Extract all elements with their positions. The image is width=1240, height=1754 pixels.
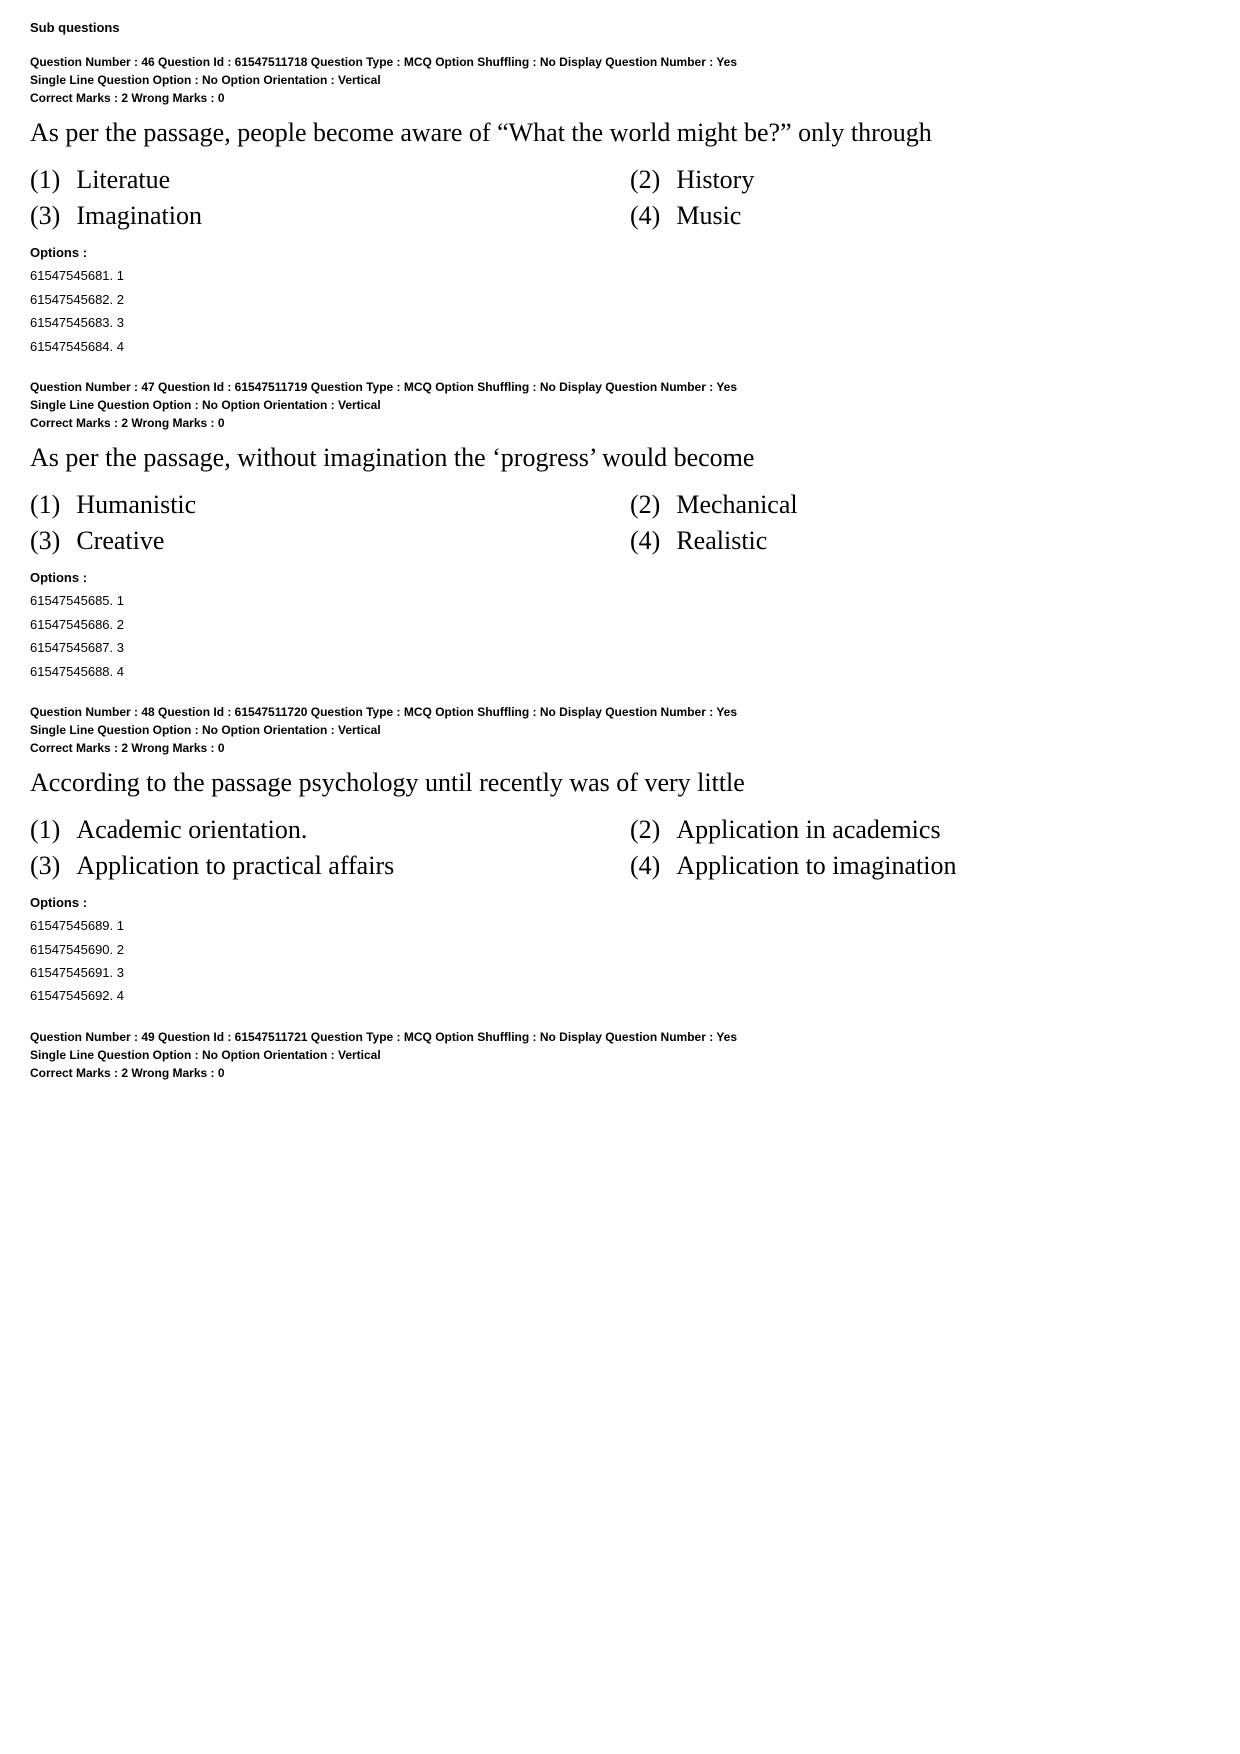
question-meta-1: Question Number : 46 Question Id : 61547… bbox=[30, 53, 1210, 89]
option-text: Imagination bbox=[76, 201, 202, 231]
option-id: 61547545682. 2 bbox=[30, 288, 1210, 311]
option-text: Creative bbox=[76, 526, 164, 556]
option-item-1-4: (4) Music bbox=[630, 201, 1210, 231]
question-marks-3: Correct Marks : 2 Wrong Marks : 0 bbox=[30, 741, 1210, 755]
option-item-2-2: (2) Mechanical bbox=[630, 490, 1210, 520]
options-label-3: Options : bbox=[30, 895, 1210, 910]
question-meta-4: Question Number : 49 Question Id : 61547… bbox=[30, 1028, 1210, 1064]
option-item-3-2: (2) Application in academics bbox=[630, 815, 1210, 845]
option-id: 61547545684. 4 bbox=[30, 335, 1210, 358]
option-item-2-1: (1) Humanistic bbox=[30, 490, 610, 520]
question-text-2: As per the passage, without imagination … bbox=[30, 440, 1210, 476]
option-text: Realistic bbox=[676, 526, 767, 556]
option-item-3-4: (4) Application to imagination bbox=[630, 851, 1210, 881]
option-text: Humanistic bbox=[76, 490, 196, 520]
option-item-1-2: (2) History bbox=[630, 165, 1210, 195]
option-num: (3) bbox=[30, 526, 60, 556]
options-label-2: Options : bbox=[30, 570, 1210, 585]
option-num: (1) bbox=[30, 165, 60, 195]
option-id: 61547545690. 2 bbox=[30, 938, 1210, 961]
question-meta-3: Question Number : 48 Question Id : 61547… bbox=[30, 703, 1210, 739]
option-num: (1) bbox=[30, 815, 60, 845]
question-meta-2: Question Number : 47 Question Id : 61547… bbox=[30, 378, 1210, 414]
option-text: Application to imagination bbox=[676, 851, 956, 881]
option-id: 61547545688. 4 bbox=[30, 660, 1210, 683]
option-num: (1) bbox=[30, 490, 60, 520]
option-item-3-3: (3) Application to practical affairs bbox=[30, 851, 610, 881]
question-text-1: As per the passage, people become aware … bbox=[30, 115, 1210, 151]
question-marks-2: Correct Marks : 2 Wrong Marks : 0 bbox=[30, 416, 1210, 430]
question-marks-4: Correct Marks : 2 Wrong Marks : 0 bbox=[30, 1066, 1210, 1080]
option-text: Application to practical affairs bbox=[76, 851, 394, 881]
option-text: Mechanical bbox=[676, 490, 797, 520]
option-id: 61547545689. 1 bbox=[30, 914, 1210, 937]
option-num: (4) bbox=[630, 526, 660, 556]
options-ids-2: 61547545685. 161547545686. 261547545687.… bbox=[30, 589, 1210, 683]
option-text: Literatue bbox=[76, 165, 170, 195]
options-grid-3: (1) Academic orientation. (2) Application i… bbox=[30, 815, 1210, 881]
option-item-3-1: (1) Academic orientation. bbox=[30, 815, 610, 845]
option-num: (3) bbox=[30, 851, 60, 881]
options-ids-1: 61547545681. 161547545682. 261547545683.… bbox=[30, 264, 1210, 358]
option-text: History bbox=[676, 165, 754, 195]
question-block-1: Question Number : 46 Question Id : 61547… bbox=[30, 53, 1210, 358]
option-id: 61547545692. 4 bbox=[30, 984, 1210, 1007]
question-block-3: Question Number : 48 Question Id : 61547… bbox=[30, 703, 1210, 1008]
option-text: Application in academics bbox=[676, 815, 940, 845]
option-text: Academic orientation. bbox=[76, 815, 307, 845]
option-num: (2) bbox=[630, 165, 660, 195]
option-id: 61547545681. 1 bbox=[30, 264, 1210, 287]
page-title: Sub questions bbox=[30, 20, 1210, 35]
option-num: (2) bbox=[630, 490, 660, 520]
options-grid-1: (1) Literatue (2) History (3) Imagination (4) M… bbox=[30, 165, 1210, 231]
option-id: 61547545687. 3 bbox=[30, 636, 1210, 659]
option-id: 61547545683. 3 bbox=[30, 311, 1210, 334]
options-ids-3: 61547545689. 161547545690. 261547545691.… bbox=[30, 914, 1210, 1008]
option-item-1-3: (3) Imagination bbox=[30, 201, 610, 231]
question-block-4: Question Number : 49 Question Id : 61547… bbox=[30, 1028, 1210, 1080]
options-grid-2: (1) Humanistic (2) Mechanical (3) Creative (4)… bbox=[30, 490, 1210, 556]
option-num: (4) bbox=[630, 201, 660, 231]
option-num: (4) bbox=[630, 851, 660, 881]
option-item-2-3: (3) Creative bbox=[30, 526, 610, 556]
options-label-1: Options : bbox=[30, 245, 1210, 260]
option-text: Music bbox=[676, 201, 741, 231]
question-block-2: Question Number : 47 Question Id : 61547… bbox=[30, 378, 1210, 683]
question-text-3: According to the passage psychology unti… bbox=[30, 765, 1210, 801]
option-id: 61547545686. 2 bbox=[30, 613, 1210, 636]
option-item-2-4: (4) Realistic bbox=[630, 526, 1210, 556]
option-num: (3) bbox=[30, 201, 60, 231]
option-id: 61547545685. 1 bbox=[30, 589, 1210, 612]
option-item-1-1: (1) Literatue bbox=[30, 165, 610, 195]
option-num: (2) bbox=[630, 815, 660, 845]
question-marks-1: Correct Marks : 2 Wrong Marks : 0 bbox=[30, 91, 1210, 105]
option-id: 61547545691. 3 bbox=[30, 961, 1210, 984]
